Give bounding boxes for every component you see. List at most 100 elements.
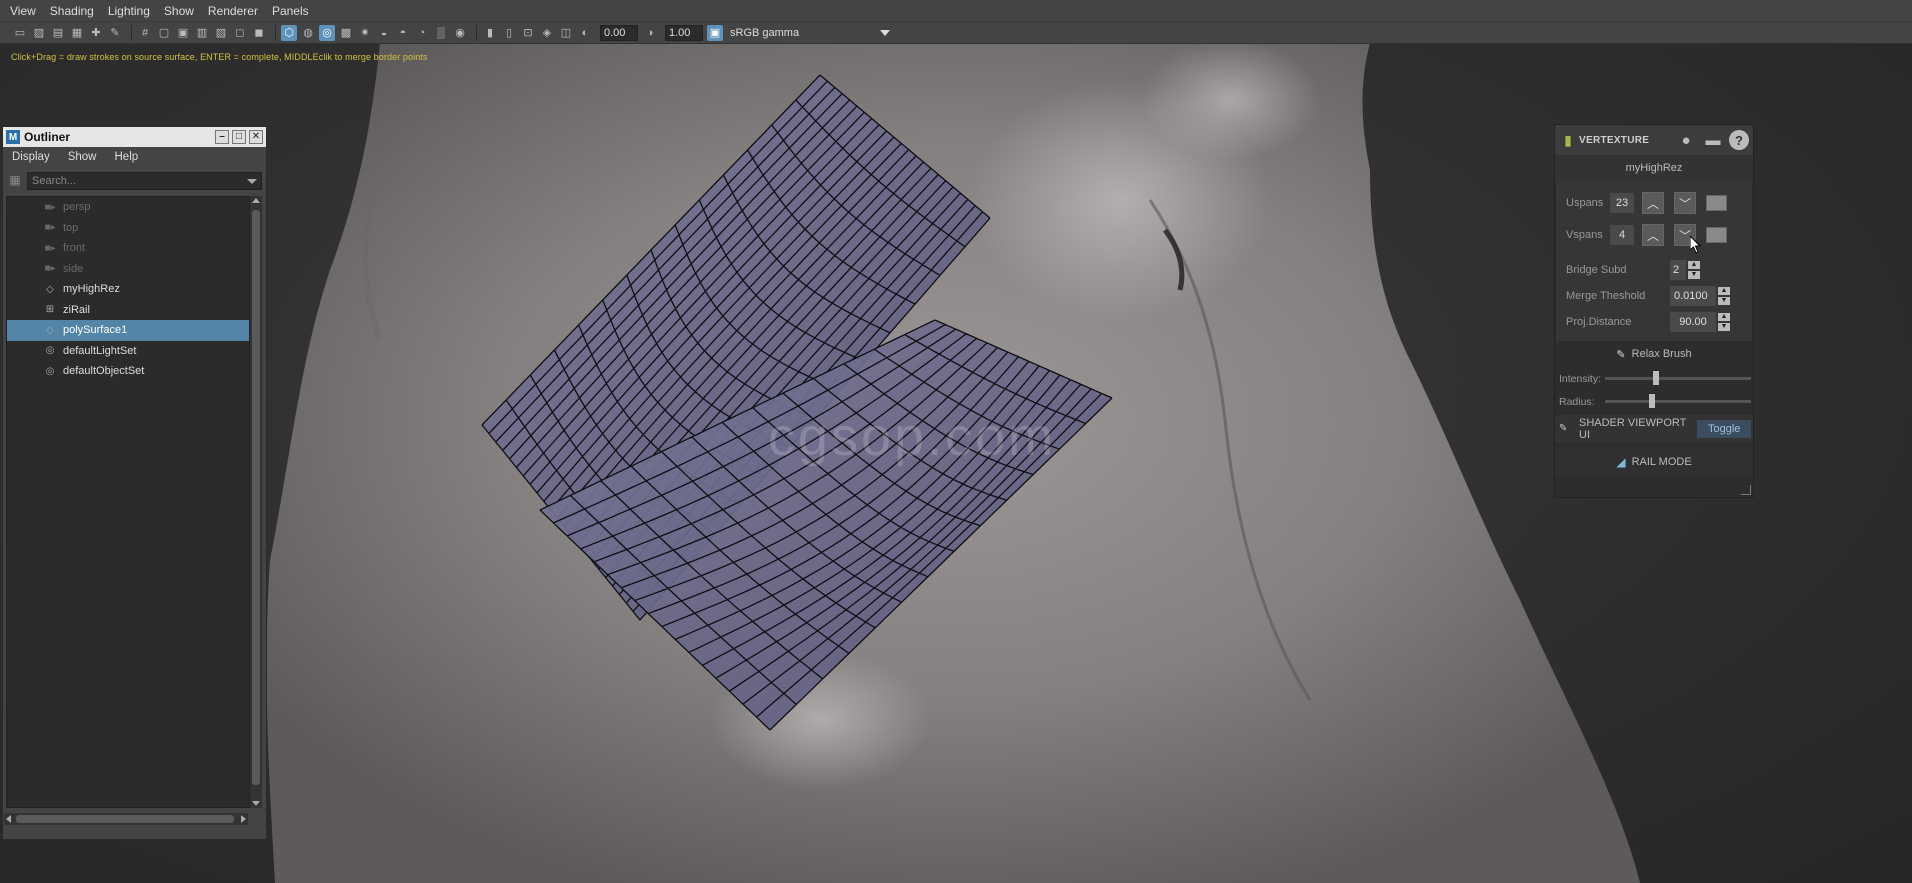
- menu-shading[interactable]: Shading: [43, 0, 101, 22]
- spin-down-icon[interactable]: ▼: [1718, 297, 1730, 305]
- scrollbar-thumb[interactable]: [16, 815, 234, 823]
- horizontal-scrollbar[interactable]: [4, 813, 248, 825]
- field-chart-icon[interactable]: ▧: [213, 25, 229, 41]
- exposure-icon[interactable]: ◐: [577, 25, 593, 41]
- bridge-subd-spinner[interactable]: ▲ ▼: [1688, 261, 1700, 279]
- outliner-item-polysurface1[interactable]: ◇ polySurface1: [7, 320, 249, 341]
- view-transform-select[interactable]: sRGB gamma: [730, 27, 880, 39]
- uspans-down-button[interactable]: ﹀: [1674, 192, 1696, 214]
- spin-up-icon[interactable]: ▲: [1688, 261, 1700, 269]
- outliner-item-front[interactable]: ■▸ front: [7, 238, 249, 259]
- menu-renderer[interactable]: Renderer: [201, 0, 265, 22]
- scrollbar-thumb[interactable]: [252, 210, 260, 785]
- menu-show[interactable]: Show: [157, 0, 201, 22]
- outliner-menu-show[interactable]: Show: [59, 151, 106, 163]
- wireframe-icon[interactable]: ⬡: [281, 24, 297, 41]
- close-icon[interactable]: ✕: [249, 130, 263, 144]
- outliner-item-zirail[interactable]: ⊞ ziRail: [7, 300, 249, 321]
- exposure-field[interactable]: 0.00: [600, 24, 638, 41]
- rail-mode-button[interactable]: ◢ RAIL MODE: [1555, 447, 1753, 477]
- help-icon[interactable]: ?: [1729, 130, 1749, 150]
- window-icon[interactable]: ▬: [1702, 129, 1724, 151]
- image-plane-icon[interactable]: ▦: [69, 25, 85, 41]
- radius-slider[interactable]: [1605, 394, 1751, 408]
- isolate-select-icon[interactable]: ▮: [482, 25, 498, 41]
- menu-panels[interactable]: Panels: [265, 0, 316, 22]
- relax-brush-header[interactable]: ✎ Relax Brush: [1555, 341, 1753, 367]
- shading-sphere-icon[interactable]: ●: [1675, 129, 1697, 151]
- grease-pencil-icon[interactable]: ✎: [107, 25, 123, 41]
- film-gate-icon[interactable]: ▢: [156, 25, 172, 41]
- bookmark-icon[interactable]: ▤: [50, 25, 66, 41]
- safe-action-icon[interactable]: ◻: [232, 25, 248, 41]
- watermark: cgsop.com: [768, 407, 1056, 467]
- intensity-slider[interactable]: [1605, 371, 1751, 385]
- color-management-icon[interactable]: ▣: [707, 24, 723, 41]
- depth-of-field-icon[interactable]: ◉: [452, 25, 468, 41]
- 2d-pan-zoom-icon[interactable]: ✚: [88, 25, 104, 41]
- resolution-gate-icon[interactable]: ▣: [175, 25, 191, 41]
- gamma-icon[interactable]: ◑: [642, 25, 658, 41]
- slider-handle[interactable]: [1648, 394, 1655, 408]
- source-object-name[interactable]: myHighRez: [1555, 155, 1753, 181]
- scroll-left-icon[interactable]: [6, 815, 11, 823]
- scroll-right-icon[interactable]: [241, 815, 246, 823]
- menu-view[interactable]: View: [0, 0, 43, 22]
- maximize-icon[interactable]: □: [232, 130, 246, 144]
- proj-distance-spinner[interactable]: ▲ ▼: [1718, 313, 1730, 331]
- outliner-titlebar[interactable]: M Outliner – □ ✕: [3, 127, 266, 147]
- gamma-field[interactable]: 1.00: [665, 24, 703, 41]
- vspans-field[interactable]: 4: [1610, 225, 1634, 245]
- screen-space-ao-icon[interactable]: ◓: [395, 25, 411, 41]
- vertical-scrollbar[interactable]: [250, 196, 262, 808]
- spin-down-icon[interactable]: ▼: [1718, 323, 1730, 331]
- smooth-shade-icon[interactable]: ◍: [300, 25, 316, 41]
- textured-icon[interactable]: ▩: [338, 25, 354, 41]
- uspans-up-button[interactable]: ︿: [1642, 192, 1664, 214]
- camera-attributes-icon[interactable]: ▨: [31, 25, 47, 41]
- outliner-item-top[interactable]: ■▸ top: [7, 218, 249, 239]
- outliner-menu-display[interactable]: Display: [3, 151, 59, 163]
- uspans-set-button[interactable]: [1706, 195, 1727, 211]
- resize-grip-icon[interactable]: [1741, 485, 1751, 495]
- motion-blur-icon[interactable]: ◔: [414, 25, 430, 41]
- merge-threshold-field[interactable]: 0.0100: [1670, 286, 1716, 306]
- safe-title-icon[interactable]: ◼: [251, 25, 267, 41]
- lights-icon[interactable]: ✷: [357, 25, 373, 41]
- proj-distance-field[interactable]: 90.00: [1670, 312, 1716, 332]
- minimize-icon[interactable]: –: [215, 130, 229, 144]
- shadows-icon[interactable]: ◒: [376, 25, 392, 41]
- grid-icon[interactable]: #: [137, 25, 153, 41]
- spin-up-icon[interactable]: ▲: [1718, 287, 1730, 295]
- outliner-item-persp[interactable]: ■▸ persp: [7, 197, 249, 218]
- wireframe-on-shaded-icon[interactable]: ◎: [319, 24, 335, 41]
- scroll-down-icon[interactable]: [252, 801, 260, 806]
- xray-icon[interactable]: ▯: [501, 25, 517, 41]
- outliner-item-myhighrez[interactable]: ◇ myHighRez: [7, 279, 249, 300]
- gate-mask-icon[interactable]: ▥: [194, 25, 210, 41]
- multisample-aa-icon[interactable]: ▒: [433, 25, 449, 41]
- filter-icon[interactable]: ▦: [7, 173, 23, 189]
- backface-culling-icon[interactable]: ◫: [558, 25, 574, 41]
- vspans-up-button[interactable]: ︿: [1642, 224, 1664, 246]
- toggle-button[interactable]: Toggle: [1697, 420, 1752, 438]
- merge-threshold-spinner[interactable]: ▲ ▼: [1718, 287, 1730, 305]
- outliner-item-defaultlightset[interactable]: ◎ defaultLightSet: [7, 341, 249, 362]
- chevron-down-icon[interactable]: [880, 29, 890, 36]
- spin-up-icon[interactable]: ▲: [1718, 313, 1730, 321]
- outliner-item-defaultobjectset[interactable]: ◎ defaultObjectSet: [7, 361, 249, 382]
- outliner-menu-help[interactable]: Help: [106, 151, 148, 163]
- menu-lighting[interactable]: Lighting: [101, 0, 157, 22]
- vspans-set-button[interactable]: [1706, 227, 1727, 243]
- xray-active-icon[interactable]: ◈: [539, 25, 555, 41]
- search-input[interactable]: Search...: [27, 171, 262, 190]
- bridge-subd-field[interactable]: 2: [1670, 260, 1686, 280]
- uspans-field[interactable]: 23: [1610, 193, 1634, 213]
- camera-icon[interactable]: ▭: [12, 25, 28, 41]
- scroll-up-icon[interactable]: [252, 198, 260, 203]
- xray-joints-icon[interactable]: ⊡: [520, 25, 536, 41]
- spin-down-icon[interactable]: ▼: [1688, 271, 1700, 279]
- slider-handle[interactable]: [1653, 371, 1660, 385]
- outliner-item-side[interactable]: ■▸ side: [7, 259, 249, 280]
- outliner-list[interactable]: ■▸ persp ■▸ top ■▸ front ■▸ side ◇ myHighRez ⊞ ziRa…: [6, 196, 250, 808]
